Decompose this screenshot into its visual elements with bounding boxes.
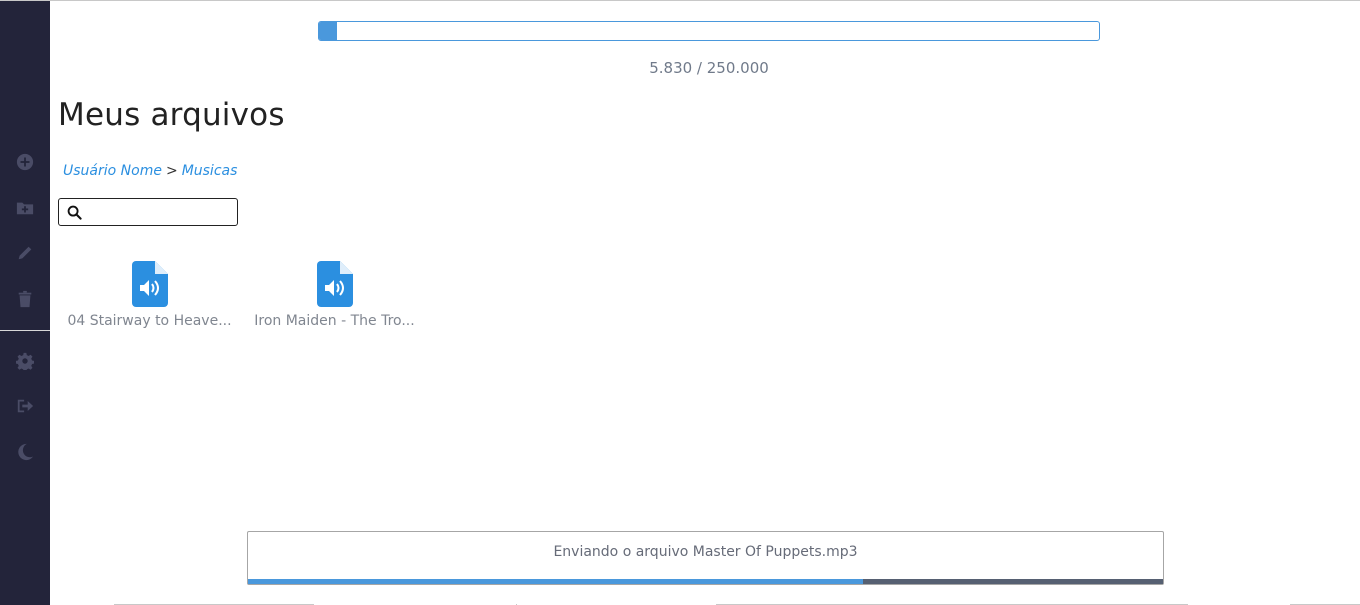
search-icon [67,205,82,220]
sidebar-divider [0,330,50,331]
breadcrumb-separator: > [165,163,178,179]
audio-file-icon [316,261,353,307]
search-box[interactable] [58,198,238,226]
file-item[interactable]: Iron Maiden - The Tro... [247,261,422,329]
storage-quota-bar [318,21,1100,41]
storage-quota-text: 5.830 / 250.000 [649,59,769,77]
storage-quota-fill [319,22,338,40]
audio-file-icon [131,261,168,307]
file-item[interactable]: 04 Stairway to Heave... [62,261,237,329]
moon-icon[interactable] [15,442,35,462]
file-name: Iron Maiden - The Tro... [254,313,415,329]
trash-icon[interactable] [15,289,35,309]
upload-status-text: Enviando o arquivo Master Of Puppets.mp3 [553,544,858,560]
folder-plus-icon[interactable] [15,198,35,218]
sign-out-icon[interactable] [15,396,35,416]
breadcrumb-item-musicas[interactable]: Musicas [182,163,238,179]
page-title: Meus arquivos [58,97,285,133]
upload-progress-bar [248,579,1163,584]
gear-icon[interactable] [15,351,35,371]
file-name: 04 Stairway to Heave... [67,313,232,329]
search-input[interactable] [88,204,237,220]
sidebar [0,1,50,605]
add-circle-icon[interactable] [15,152,35,172]
breadcrumb-item-user[interactable]: Usuário Nome [63,163,162,179]
upload-status-panel: Enviando o arquivo Master Of Puppets.mp3 [247,531,1164,585]
breadcrumb: Usuário Nome > Musicas [63,163,237,179]
pencil-icon[interactable] [15,243,35,263]
upload-progress-fill [248,579,863,584]
